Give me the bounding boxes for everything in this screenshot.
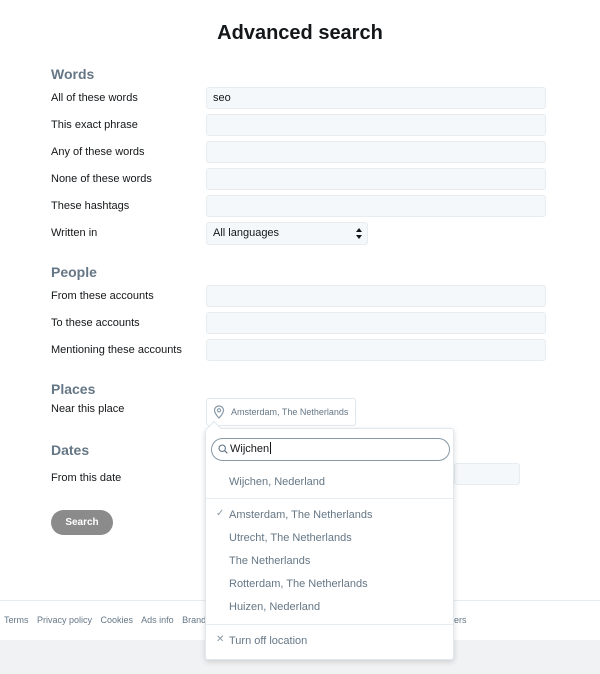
location-search-query: Wijchen	[230, 443, 270, 455]
dropdown-divider	[206, 498, 453, 499]
any-words-input[interactable]	[206, 141, 546, 163]
language-select-value: All languages	[213, 227, 280, 239]
recent-location-item[interactable]: The Netherlands	[229, 555, 310, 567]
section-heading-words: Words	[51, 66, 95, 82]
magnifier-icon	[218, 444, 228, 454]
turn-off-location-item[interactable]: Turn off location	[229, 635, 307, 647]
checkmark-icon: ✓	[216, 508, 225, 519]
mentioning-accounts-input[interactable]	[206, 339, 546, 361]
footer-link-terms[interactable]: Terms	[4, 615, 29, 625]
row-label-any-words: Any of these words	[51, 146, 145, 158]
text-cursor	[270, 442, 272, 454]
footer-link-ads-info[interactable]: Ads info	[141, 615, 174, 625]
recent-location-item[interactable]: Amsterdam, The Netherlands	[229, 509, 372, 521]
none-words-input[interactable]	[206, 168, 546, 190]
recent-location-item[interactable]: Utrecht, The Netherlands	[229, 532, 352, 544]
location-pin-icon	[213, 405, 225, 419]
row-label-all-words: All of these words	[51, 92, 138, 104]
section-heading-people: People	[51, 264, 97, 280]
location-dropdown: Wijchen Wijchen, Nederland ✓ Amsterdam, …	[205, 420, 454, 660]
location-result-item[interactable]: Wijchen, Nederland	[229, 476, 325, 488]
location-search-input[interactable]: Wijchen	[211, 438, 450, 461]
row-label-hashtags: These hashtags	[51, 200, 130, 212]
place-picker-button[interactable]: Amsterdam, The Netherlands	[206, 398, 356, 426]
dropdown-divider	[206, 624, 453, 625]
row-label-none-words: None of these words	[51, 173, 152, 185]
recent-location-item[interactable]: Huizen, Nederland	[229, 601, 320, 613]
recent-location-item[interactable]: Rotterdam, The Netherlands	[229, 578, 368, 590]
all-words-input[interactable]: seo	[206, 87, 546, 109]
language-select[interactable]: All languages	[206, 222, 368, 245]
row-label-exact-phrase: This exact phrase	[51, 119, 138, 131]
row-label-written-in: Written in	[51, 227, 98, 239]
search-button[interactable]: Search	[51, 510, 113, 535]
section-heading-dates: Dates	[51, 442, 90, 458]
section-heading-places: Places	[51, 381, 96, 397]
from-accounts-input[interactable]	[206, 285, 546, 307]
page-title: Advanced search	[217, 22, 383, 44]
footer-links: Terms Privacy policy Cookies Ads info Br…	[4, 615, 212, 625]
footer-link-careers-partial[interactable]: ers	[454, 615, 467, 625]
row-label-from-date: From this date	[51, 472, 122, 484]
footer-link-privacy[interactable]: Privacy policy	[37, 615, 92, 625]
row-label-mentioning-accounts: Mentioning these accounts	[51, 344, 182, 356]
exact-phrase-input[interactable]	[206, 114, 546, 136]
to-accounts-input[interactable]	[206, 312, 546, 334]
footer-link-brand[interactable]: Brand	[182, 615, 206, 625]
hashtags-input[interactable]	[206, 195, 546, 217]
row-label-near-place: Near this place	[51, 403, 125, 415]
footer-link-cookies[interactable]: Cookies	[101, 615, 134, 625]
row-label-from-accounts: From these accounts	[51, 290, 154, 302]
place-picker-value: Amsterdam, The Netherlands	[231, 407, 349, 417]
row-label-to-accounts: To these accounts	[51, 317, 140, 329]
x-icon: ✕	[216, 634, 225, 645]
updown-arrows-icon	[356, 228, 362, 239]
from-date-field[interactable]	[454, 463, 520, 485]
